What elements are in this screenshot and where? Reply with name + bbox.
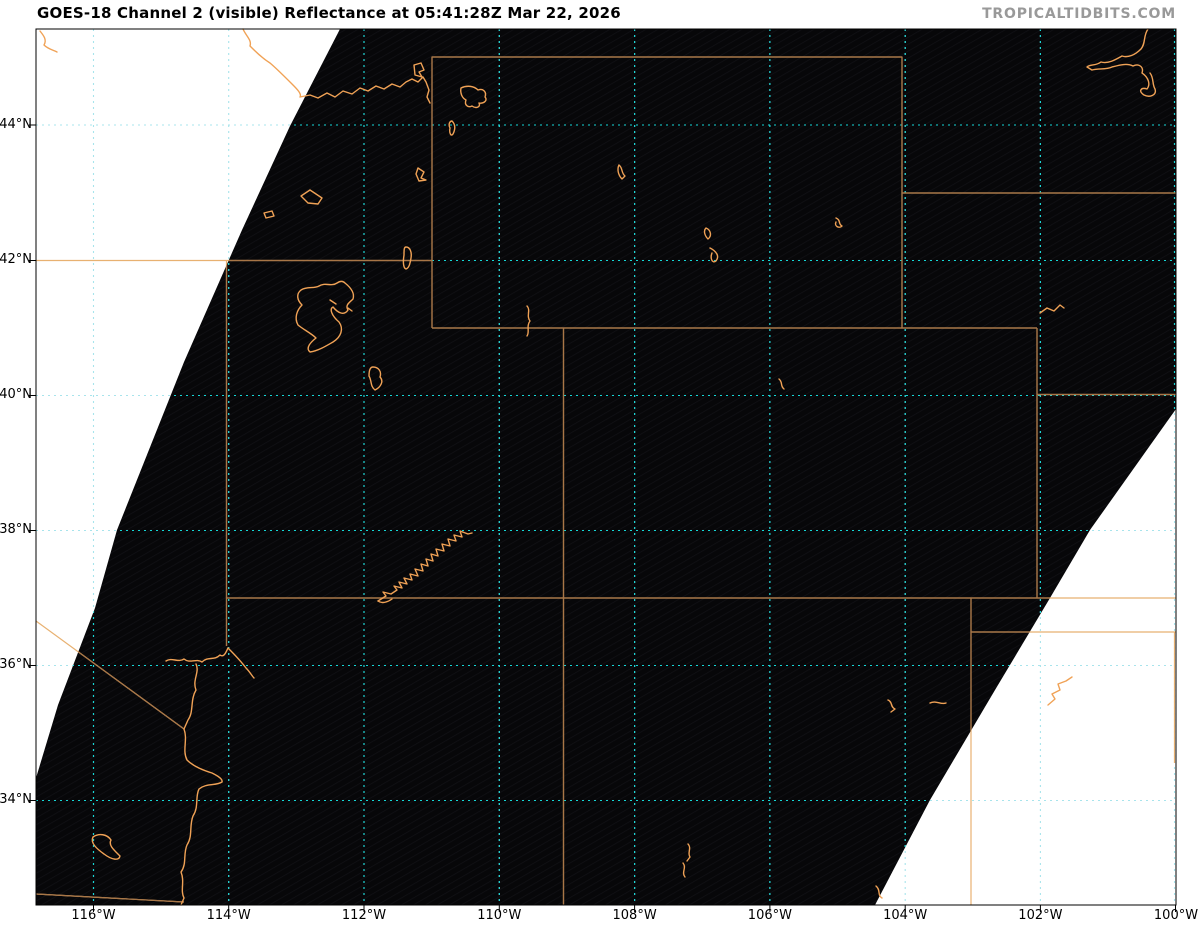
y-tick-label-44n: 44°N <box>0 117 32 132</box>
y-axis-ticks <box>29 124 36 801</box>
night-imagery-region <box>36 29 1176 905</box>
x-tick-label-110w: 110°W <box>477 908 522 923</box>
y-tick-label-36n: 36°N <box>0 657 32 672</box>
satellite-image-viewer: GOES-18 Channel 2 (visible) Reflectance … <box>0 0 1200 929</box>
x-tick-label-108w: 108°W <box>612 908 657 923</box>
y-tick-label-38n: 38°N <box>0 522 32 537</box>
satellite-map-canvas <box>29 28 1177 912</box>
x-tick-label-104w: 104°W <box>883 908 928 923</box>
x-tick-label-114w: 114°W <box>206 908 251 923</box>
x-tick-label-106w: 106°W <box>747 908 792 923</box>
x-tick-label-100w: 100°W <box>1153 908 1199 923</box>
y-tick-label-42n: 42°N <box>0 252 32 267</box>
x-tick-label-102w: 102°W <box>1018 908 1063 923</box>
x-tick-label-116w: 116°W <box>71 908 116 923</box>
y-tick-label-34n: 34°N <box>0 792 32 807</box>
y-tick-label-40n: 40°N <box>0 387 32 402</box>
x-tick-label-112w: 112°W <box>341 908 387 923</box>
